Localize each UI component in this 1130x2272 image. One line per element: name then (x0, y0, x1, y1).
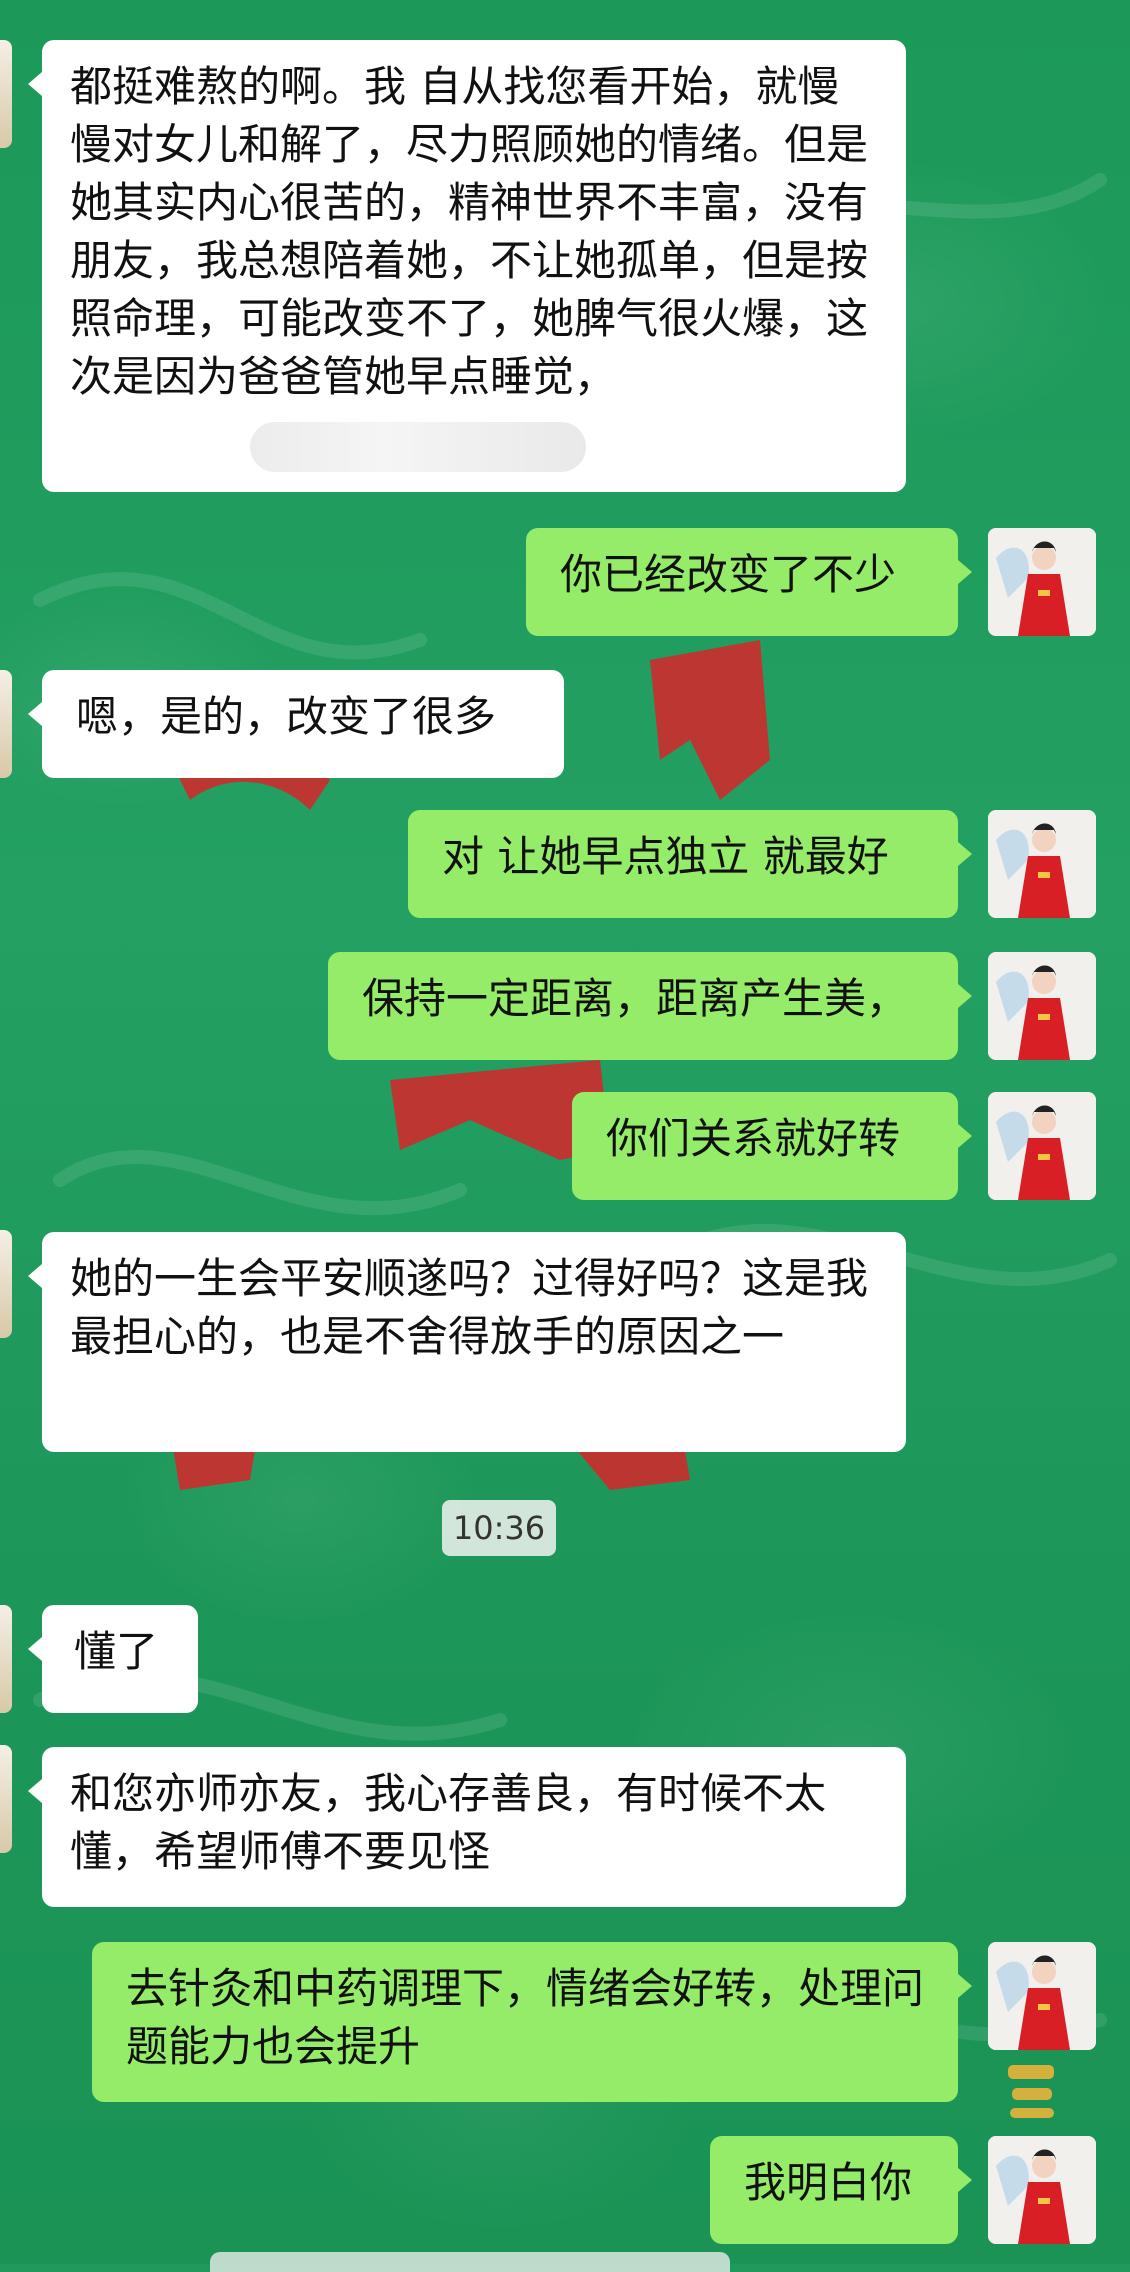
message-bubble-outgoing[interactable]: 对 让她早点独立 就最好 (408, 810, 972, 918)
avatar-red-robe-icon (988, 528, 1096, 636)
my-avatar[interactable] (988, 2136, 1096, 2244)
message-bubble-outgoing[interactable]: 保持一定距离，距离产生美， (328, 952, 972, 1060)
scroll-indicator (210, 2252, 730, 2272)
contact-avatar[interactable] (0, 670, 12, 778)
my-avatar[interactable] (988, 1092, 1096, 1200)
message-bubble-incoming[interactable]: 懂了 (28, 1605, 198, 1713)
my-avatar[interactable] (988, 952, 1096, 1060)
avatar-red-robe-icon (988, 952, 1096, 1060)
message-bubble-incoming[interactable]: 和您亦师亦友，我心存善良，有时候不太懂，希望师傅不要见怪 (28, 1747, 906, 1907)
message-timestamp: 10:36 (442, 1500, 556, 1556)
contact-avatar[interactable] (0, 1605, 12, 1713)
message-bubble-incoming[interactable]: 她的一生会平安顺遂吗？过得好吗？这是我最担心的，也是不舍得放手的原因之一 (28, 1232, 906, 1452)
avatar-red-robe-icon (988, 1092, 1096, 1200)
message-bubble-outgoing[interactable]: 去针灸和中药调理下，情绪会好转，处理问题能力也会提升 (92, 1942, 972, 2102)
contact-avatar[interactable] (0, 1230, 12, 1338)
message-bubble-outgoing[interactable]: 你已经改变了不少 (526, 528, 972, 636)
avatar-red-robe-icon (988, 1942, 1096, 2050)
avatar-red-robe-icon (988, 810, 1096, 918)
message-bubble-outgoing[interactable]: 你们关系就好转 (572, 1092, 972, 1200)
redacted-text (250, 422, 586, 472)
avatar-red-robe-icon (988, 2136, 1096, 2244)
my-avatar[interactable] (988, 528, 1096, 636)
contact-avatar[interactable] (0, 40, 12, 148)
message-bubble-incoming[interactable]: 嗯，是的，改变了很多 (28, 670, 564, 778)
my-avatar[interactable] (988, 1942, 1096, 2050)
contact-avatar[interactable] (0, 1745, 12, 1853)
my-avatar[interactable] (988, 810, 1096, 918)
message-bubble-outgoing[interactable]: 我明白你 (710, 2136, 972, 2244)
